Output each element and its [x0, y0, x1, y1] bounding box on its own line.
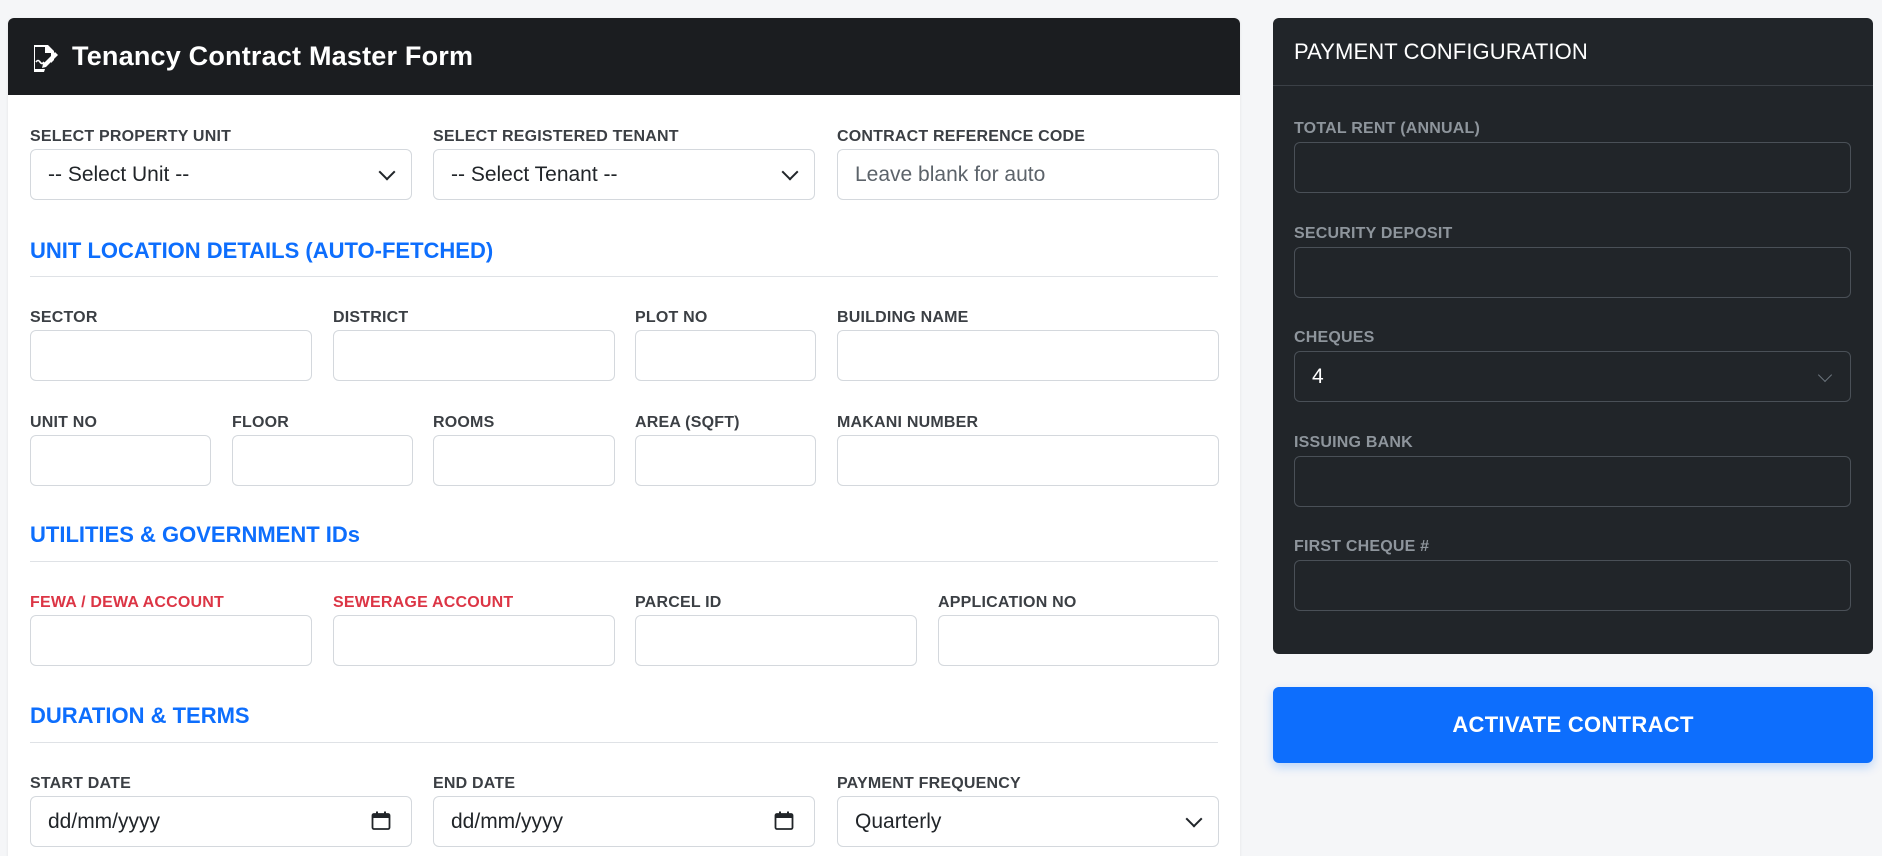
- cheques-value: 4: [1312, 364, 1324, 388]
- chevron-down-icon: [1817, 367, 1833, 382]
- makani-label: MAKANI NUMBER: [837, 414, 979, 431]
- section-divider: [30, 561, 1218, 562]
- parcel-id-label: PARCEL ID: [635, 594, 722, 611]
- chevron-down-icon: [781, 163, 799, 180]
- parcel-id-input[interactable]: [635, 615, 917, 666]
- total-rent-input[interactable]: [1294, 142, 1851, 193]
- unit-no-label: UNIT NO: [30, 414, 98, 431]
- tenant-select[interactable]: -- Select Tenant --: [433, 149, 815, 200]
- security-deposit-input[interactable]: [1294, 247, 1851, 298]
- end-date-placeholder: dd/mm/yyyy: [451, 809, 564, 833]
- chevron-down-icon: [378, 163, 396, 180]
- utilities-title: UTILITIES & GOVERNMENT IDs: [30, 522, 361, 547]
- unit-select-value: -- Select Unit --: [48, 162, 190, 186]
- edit-document-icon: [30, 42, 60, 72]
- floor-label: FLOOR: [232, 414, 289, 431]
- fewa-account-input[interactable]: [30, 615, 312, 666]
- first-cheque-input[interactable]: [1294, 560, 1851, 611]
- rooms-input[interactable]: [433, 435, 615, 486]
- contract-ref-label: CONTRACT REFERENCE CODE: [837, 128, 1086, 145]
- issuing-bank-label: ISSUING BANK: [1294, 434, 1413, 451]
- security-deposit-label: SECURITY DEPOSIT: [1294, 225, 1453, 242]
- cheques-label: CHEQUES: [1294, 329, 1375, 346]
- unit-no-input[interactable]: [30, 435, 211, 486]
- sector-input[interactable]: [30, 330, 312, 381]
- end-date-input[interactable]: dd/mm/yyyy: [433, 796, 815, 847]
- start-date-input[interactable]: dd/mm/yyyy: [30, 796, 412, 847]
- issuing-bank-input[interactable]: [1294, 456, 1851, 507]
- property-unit-select[interactable]: -- Select Unit --: [30, 149, 412, 200]
- calendar-icon[interactable]: [371, 811, 391, 831]
- area-label: AREA (SQFT): [635, 414, 740, 431]
- end-date-label: END DATE: [433, 775, 516, 792]
- total-rent-label: TOTAL RENT (ANNUAL): [1294, 120, 1481, 137]
- form-header: Tenancy Contract Master Form: [8, 18, 1240, 95]
- contract-ref-input[interactable]: Leave blank for auto: [837, 149, 1219, 200]
- building-name-input[interactable]: [837, 330, 1219, 381]
- district-label: DISTRICT: [333, 309, 409, 326]
- sewerage-account-input[interactable]: [333, 615, 615, 666]
- tenant-select-value: -- Select Tenant --: [451, 162, 618, 186]
- sector-label: SECTOR: [30, 309, 98, 326]
- fewa-label: FEWA / DEWA ACCOUNT: [30, 594, 225, 611]
- page-title: Tenancy Contract Master Form: [72, 41, 474, 71]
- payment-frequency-value: Quarterly: [855, 809, 942, 833]
- application-no-input[interactable]: [938, 615, 1219, 666]
- unit-select-label: SELECT PROPERTY UNIT: [30, 128, 232, 145]
- start-date-label: START DATE: [30, 775, 131, 792]
- payment-frequency-label: PAYMENT FREQUENCY: [837, 775, 1021, 792]
- start-date-placeholder: dd/mm/yyyy: [48, 809, 161, 833]
- contract-ref-placeholder: Leave blank for auto: [855, 162, 1046, 186]
- first-cheque-label: FIRST CHEQUE #: [1294, 538, 1430, 555]
- cheques-select[interactable]: 4: [1294, 351, 1851, 402]
- unit-location-title: UNIT LOCATION DETAILS (AUTO-FETCHED): [30, 238, 494, 263]
- building-name-label: BUILDING NAME: [837, 309, 969, 326]
- payment-config-title: PAYMENT CONFIGURATION: [1273, 18, 1873, 86]
- area-input[interactable]: [635, 435, 816, 486]
- floor-input[interactable]: [232, 435, 413, 486]
- sewerage-label: SEWERAGE ACCOUNT: [333, 594, 514, 611]
- contract-form-card: Tenancy Contract Master Form SELECT PROP…: [8, 18, 1240, 856]
- activate-contract-button[interactable]: ACTIVATE CONTRACT: [1273, 687, 1873, 763]
- section-divider: [30, 276, 1218, 277]
- tenant-select-label: SELECT REGISTERED TENANT: [433, 128, 679, 145]
- district-input[interactable]: [333, 330, 615, 381]
- payment-config-card: PAYMENT CONFIGURATION TOTAL RENT (ANNUAL…: [1273, 18, 1873, 654]
- section-divider: [30, 742, 1218, 743]
- rooms-label: ROOMS: [433, 414, 495, 431]
- plot-no-label: PLOT NO: [635, 309, 708, 326]
- calendar-icon[interactable]: [774, 811, 794, 831]
- payment-frequency-select[interactable]: Quarterly: [837, 796, 1219, 847]
- chevron-down-icon: [1185, 810, 1203, 827]
- duration-title: DURATION & TERMS: [30, 703, 250, 728]
- application-no-label: APPLICATION NO: [938, 594, 1077, 611]
- makani-input[interactable]: [837, 435, 1219, 486]
- plot-no-input[interactable]: [635, 330, 816, 381]
